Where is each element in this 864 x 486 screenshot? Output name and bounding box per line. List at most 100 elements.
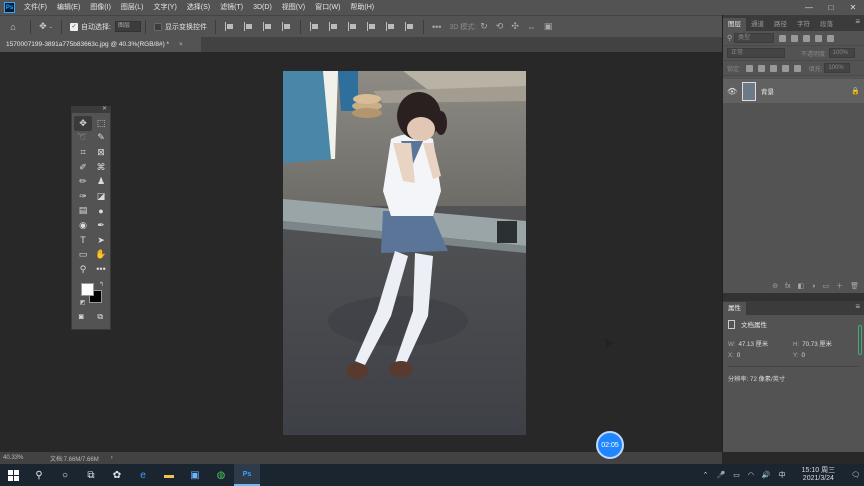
filter-pixel-icon[interactable] <box>779 34 787 42</box>
filter-adjustment-icon[interactable] <box>791 34 799 42</box>
close-icon[interactable]: ✕ <box>102 105 107 112</box>
lasso-tool-icon[interactable]: ➰ <box>74 131 92 146</box>
panel-menu-icon[interactable]: ≡ <box>855 17 860 26</box>
photoshop-logo-icon[interactable]: Ps <box>4 2 15 13</box>
tab-properties[interactable]: 属性 <box>723 302 746 315</box>
healing-brush-tool-icon[interactable]: ⌘ <box>92 160 110 175</box>
panel-menu-icon[interactable]: ≡ <box>855 302 860 311</box>
path-select-tool-icon[interactable]: ➤ <box>92 233 110 248</box>
store-icon[interactable]: ▣ <box>182 464 208 486</box>
swap-colors-icon[interactable]: ↰ <box>99 281 104 288</box>
wifi-icon[interactable]: ◠ <box>748 471 754 479</box>
menu-window[interactable]: 窗口(W) <box>310 0 345 15</box>
battery-icon[interactable]: ▭ <box>733 471 740 479</box>
menu-edit[interactable]: 编辑(E) <box>52 0 85 15</box>
slide-3d-icon[interactable]: ⇔ <box>527 22 536 32</box>
maximize-button[interactable]: □ <box>820 0 842 15</box>
zoom-tool-icon[interactable]: ⚲ <box>74 262 92 277</box>
align-left-icon[interactable] <box>224 22 234 31</box>
document-image[interactable] <box>283 71 526 435</box>
file-explorer-icon[interactable]: ▬ <box>156 464 182 486</box>
marquee-tool-icon[interactable]: ⬚ <box>92 116 110 131</box>
clone-stamp-tool-icon[interactable]: ♟ <box>92 174 110 189</box>
status-menu-button[interactable]: › <box>111 455 113 461</box>
notification-icon[interactable]: 🗨 <box>851 471 860 479</box>
menu-filter[interactable]: 滤镜(T) <box>215 0 248 15</box>
cortana-icon[interactable]: ○ <box>52 464 78 486</box>
auto-select-dropdown[interactable]: 图层 <box>114 21 141 32</box>
menu-image[interactable]: 图像(I) <box>85 0 116 15</box>
layer-style-icon[interactable]: fx <box>785 283 790 290</box>
distribute-left-icon[interactable] <box>366 22 376 31</box>
zoom-level[interactable]: 40.33% <box>0 455 44 461</box>
distribute-right-icon[interactable] <box>404 22 414 31</box>
align-center-icon[interactable] <box>243 22 253 31</box>
eye-icon[interactable]: 👁 <box>727 87 737 96</box>
volume-icon[interactable]: 🔊 <box>762 471 771 479</box>
opacity-input[interactable]: 100% <box>828 48 855 58</box>
menu-view[interactable]: 视图(V) <box>277 0 310 15</box>
minimize-button[interactable]: — <box>798 0 820 15</box>
distribute-center-icon[interactable] <box>385 22 395 31</box>
crop-tool-icon[interactable]: ⌗ <box>74 145 92 160</box>
layer-kind-filter[interactable]: 类型 <box>734 33 775 43</box>
browser-360-icon[interactable]: ◍ <box>208 464 234 486</box>
blur-tool-icon[interactable]: ● <box>92 204 110 219</box>
brush-tool-icon[interactable]: ✏ <box>74 174 92 189</box>
new-layer-icon[interactable]: ＋ <box>836 281 843 291</box>
menu-3d[interactable]: 3D(D) <box>248 0 277 15</box>
photoshop-taskbar-icon[interactable]: Ps <box>234 464 260 486</box>
pan-3d-icon[interactable]: ✣ <box>511 21 519 32</box>
y-value[interactable]: 0 <box>802 352 805 359</box>
history-brush-tool-icon[interactable]: ✑ <box>74 189 92 204</box>
distribute-middle-icon[interactable] <box>328 22 338 31</box>
scale-3d-icon[interactable]: ▣ <box>544 21 553 32</box>
home-icon[interactable]: ⌂ <box>0 19 26 35</box>
delete-layer-icon[interactable]: 🗑 <box>850 282 859 290</box>
close-button[interactable]: ✕ <box>842 0 864 15</box>
roll-3d-icon[interactable]: ⟲ <box>496 21 504 32</box>
tray-expand-icon[interactable]: ⌃ <box>703 471 709 479</box>
x-value[interactable]: 0 <box>737 352 740 359</box>
dodge-tool-icon[interactable]: ◉ <box>74 218 92 233</box>
lock-all-icon[interactable] <box>793 64 801 72</box>
eraser-tool-icon[interactable]: ◪ <box>92 189 110 204</box>
align-right-icon[interactable] <box>262 22 272 31</box>
new-group-icon[interactable]: ▭ <box>822 282 829 290</box>
add-mask-icon[interactable]: ◧ <box>798 282 805 290</box>
frame-tool-icon[interactable]: ⊠ <box>92 145 110 160</box>
menu-type[interactable]: 文字(Y) <box>148 0 181 15</box>
show-transform-checkbox[interactable] <box>153 22 162 31</box>
menu-file[interactable]: 文件(F) <box>19 0 52 15</box>
link-layers-icon[interactable]: ⊝ <box>772 282 778 290</box>
document-tab-close-button[interactable]: × <box>179 41 183 48</box>
screen-mode-icon[interactable]: ⧉ <box>97 312 103 322</box>
menu-help[interactable]: 帮助(H) <box>345 0 379 15</box>
document-tab[interactable]: 1570007199-3891a775b83663c.jpg @ 40.3%(R… <box>0 37 201 52</box>
menu-select[interactable]: 选择(S) <box>182 0 215 15</box>
lock-position-icon[interactable] <box>769 64 777 72</box>
recording-timer[interactable]: 02:05 <box>596 431 624 459</box>
app-clover-icon[interactable]: ✿ <box>104 464 130 486</box>
lock-artboard-icon[interactable] <box>781 64 789 72</box>
distribute-bottom-icon[interactable] <box>347 22 357 31</box>
microphone-icon[interactable]: 🎤 <box>716 471 725 479</box>
lock-transparent-icon[interactable] <box>745 64 753 72</box>
eyedropper-tool-icon[interactable]: ✐ <box>74 160 92 175</box>
distribute-top-icon[interactable] <box>309 22 319 31</box>
tab-paths[interactable]: 路径 <box>769 18 792 31</box>
default-colors-icon[interactable]: ◩ <box>80 299 86 306</box>
adjustment-layer-icon[interactable]: ◑ <box>811 283 815 290</box>
blend-mode-dropdown[interactable]: 正常 <box>727 48 785 58</box>
edge-browser-icon[interactable]: e <box>130 464 156 486</box>
auto-select-checkbox[interactable]: ✓ <box>70 22 78 31</box>
foreground-color-swatch[interactable] <box>81 282 94 296</box>
tab-layers[interactable]: 图层 <box>723 18 746 31</box>
more-tools-icon[interactable]: ••• <box>92 262 110 277</box>
filter-smart-object-icon[interactable] <box>827 34 835 42</box>
layer-row[interactable]: 👁 背景 🔒 <box>723 79 864 103</box>
gradient-tool-icon[interactable]: ▤ <box>74 204 92 219</box>
quick-select-tool-icon[interactable]: ✎ <box>92 131 110 146</box>
scrollbar[interactable] <box>858 325 862 355</box>
height-value[interactable]: 70.73 厘米 <box>802 341 832 348</box>
